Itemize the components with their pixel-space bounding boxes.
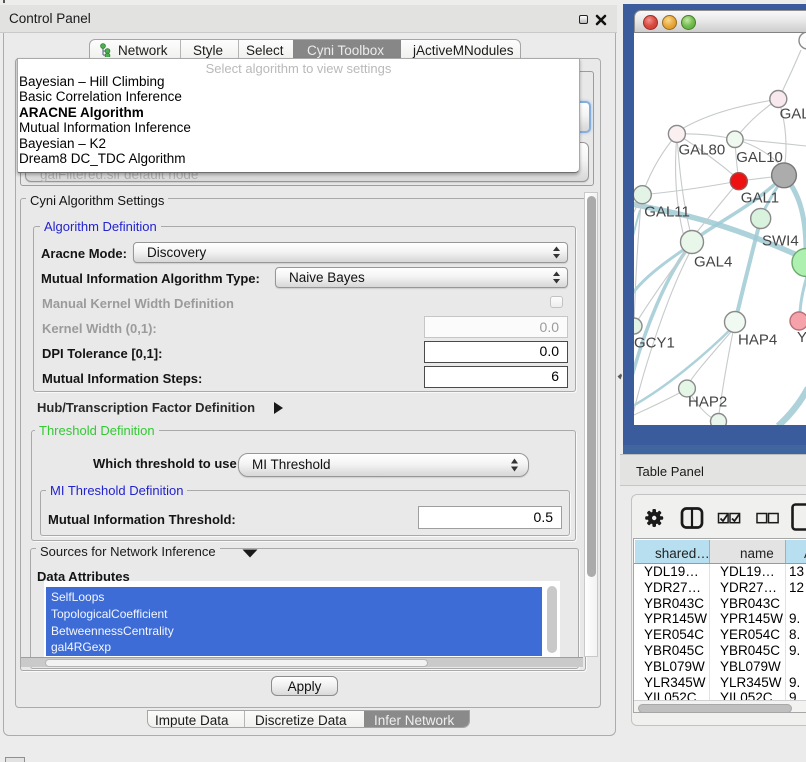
svg-text:GAL4: GAL4 — [694, 254, 732, 271]
svg-text:GCY1: GCY1 — [634, 335, 675, 352]
svg-text:GAL11: GAL11 — [644, 204, 690, 221]
svg-text:GAL80: GAL80 — [679, 142, 726, 159]
svg-text:HAP2: HAP2 — [688, 394, 727, 411]
svg-text:SWI4: SWI4 — [762, 233, 799, 250]
svg-text:GAL1: GAL1 — [741, 189, 779, 206]
svg-text:GAL2: GAL2 — [780, 105, 806, 122]
svg-text:GAL10: GAL10 — [736, 149, 783, 166]
svg-text:HAP4: HAP4 — [738, 332, 777, 349]
svg-text:YJ: YJ — [797, 329, 806, 346]
